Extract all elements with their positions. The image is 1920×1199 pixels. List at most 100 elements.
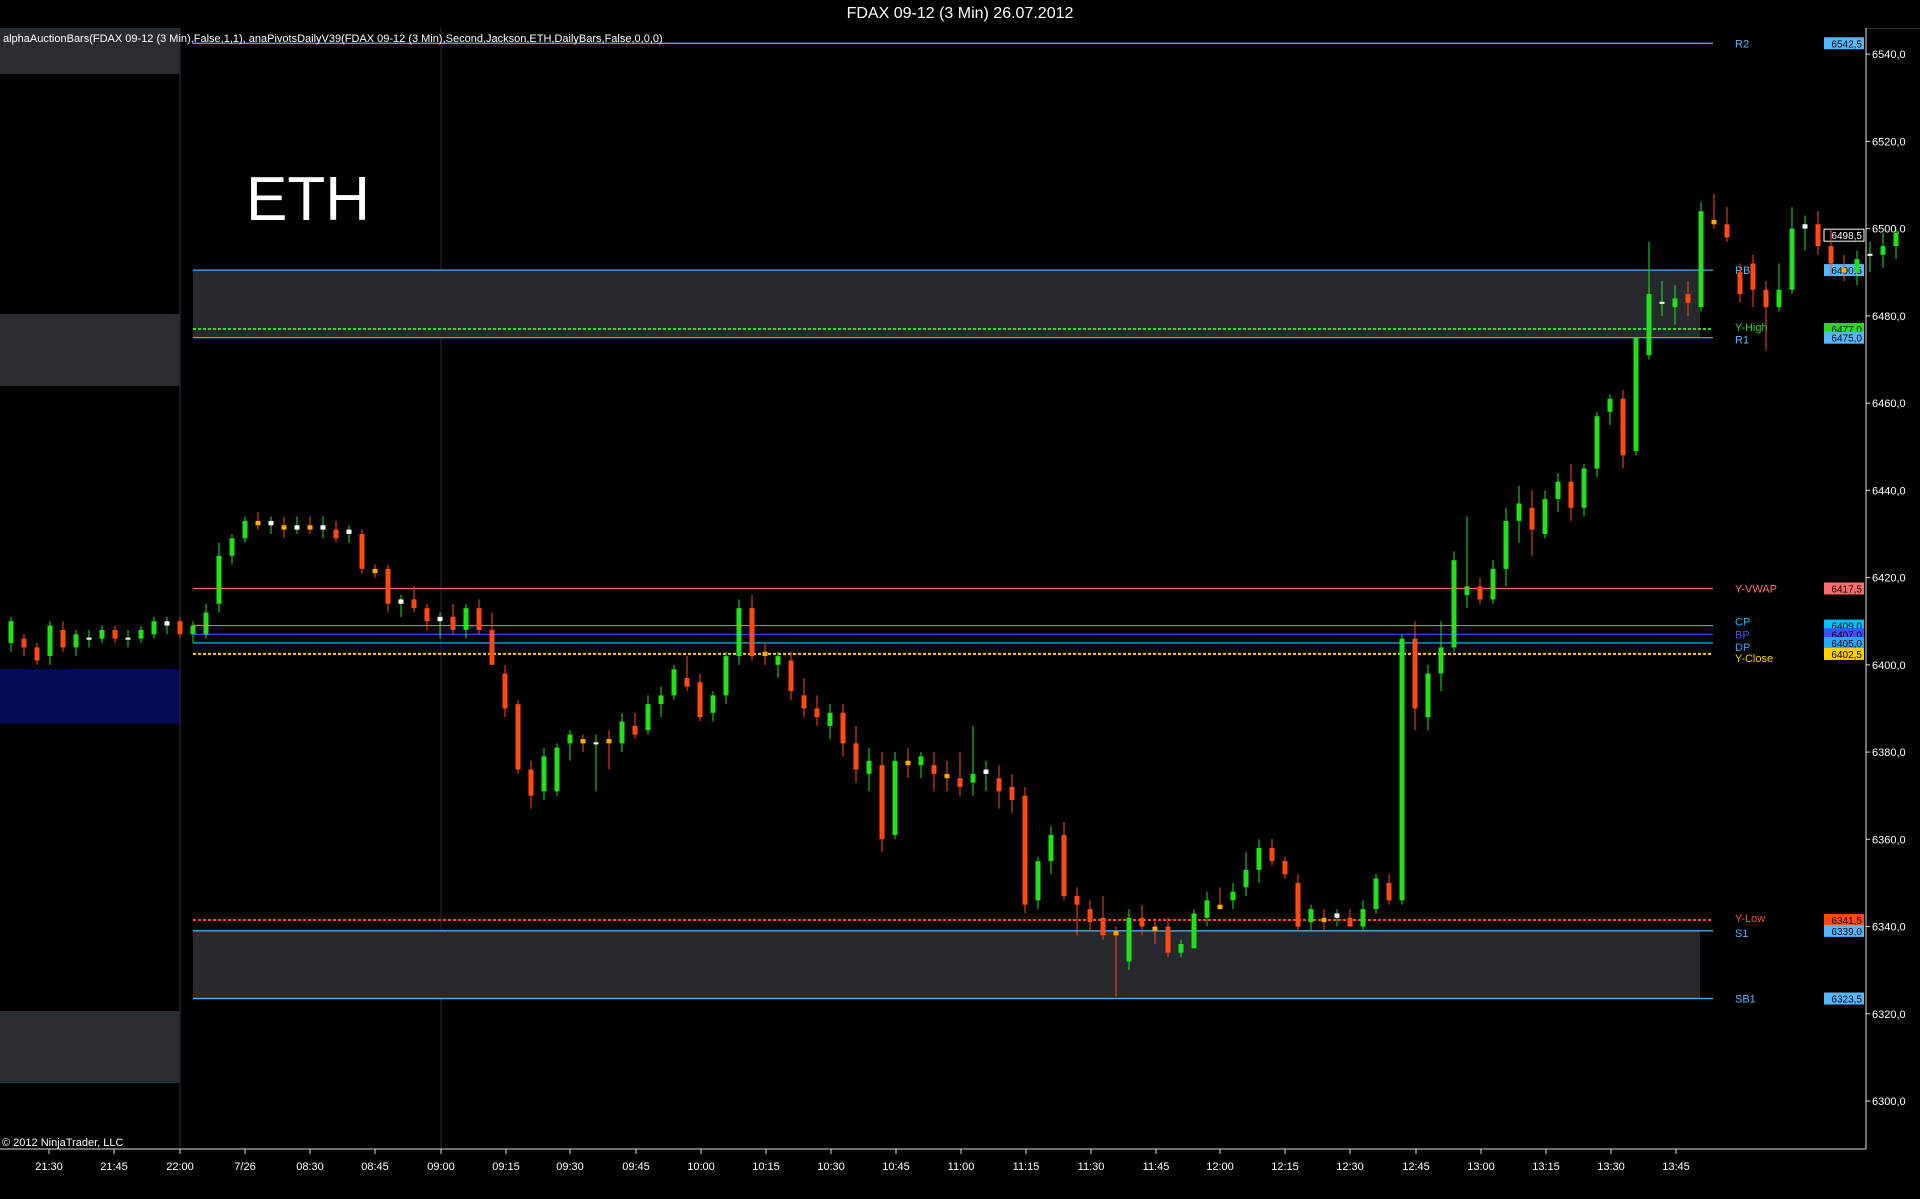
candle-body: [814, 708, 820, 718]
candle-body: [515, 704, 521, 770]
level-label-cp: CP: [1735, 617, 1750, 629]
candle-body: [957, 778, 963, 787]
candle-body: [1451, 560, 1457, 648]
candle-body: [424, 608, 430, 622]
level-label-y-low: Y-Low: [1735, 913, 1765, 925]
candle-body: [34, 647, 40, 661]
candle-body: [86, 637, 92, 640]
candle-body: [203, 612, 209, 635]
candlestick-chart[interactable]: R2 6542,5RB1 6490,5Y-High 6477,0R1 6475,0Y-V…: [0, 28, 1920, 1199]
candle-body: [658, 695, 664, 705]
candle-body: [996, 778, 1002, 792]
candle-body: [983, 769, 989, 774]
candle: [1633, 337, 1639, 456]
x-tick-label: 13:00: [1467, 1161, 1495, 1173]
candle-body: [1048, 834, 1054, 862]
candle-body: [918, 756, 924, 766]
pivot-band: [193, 930, 1700, 999]
candle-body: [1178, 943, 1184, 953]
x-tick-label: 12:15: [1271, 1161, 1299, 1173]
price-tag-text-s1: 6339,0: [1831, 927, 1862, 938]
candle-body: [1672, 298, 1678, 308]
candle-body: [944, 773, 950, 779]
candle-body: [567, 734, 573, 744]
price-tag-text-y-close: 6402,5: [1831, 650, 1862, 661]
level-label-r2: R2: [1735, 38, 1749, 50]
candle-body: [671, 669, 677, 696]
candle-body: [1165, 926, 1171, 953]
candle-body: [1581, 468, 1587, 508]
candle-body: [372, 568, 378, 574]
candle-body: [645, 704, 651, 731]
x-tick-label: 21:45: [100, 1161, 128, 1173]
candle-body: [1568, 481, 1574, 508]
level-label-sb1: SB1: [1735, 994, 1756, 1006]
candle-body: [1425, 673, 1431, 718]
candle-body: [684, 677, 690, 687]
candle-body: [1750, 263, 1756, 290]
candle: [359, 529, 365, 574]
x-tick-label: 11:45: [1143, 1161, 1170, 1173]
candle-body: [723, 656, 729, 696]
level-label-r1: R1: [1735, 335, 1749, 347]
candle-body: [255, 520, 261, 526]
candle-body: [853, 743, 859, 770]
x-tick-label: 10:45: [882, 1161, 910, 1173]
x-tick-label: 10:00: [687, 1161, 715, 1173]
candle-body: [1503, 520, 1509, 569]
candle-body: [1828, 246, 1834, 264]
y-tick-label: 6300,0: [1872, 1096, 1906, 1108]
candle-body: [1555, 481, 1561, 500]
candle-body: [736, 608, 742, 657]
candle: [1880, 233, 1886, 268]
candle: [554, 743, 560, 796]
x-axis: 21:30 21:45 22:00 7/26 08:30 08:45 09:00 09:15 0…: [35, 1149, 1690, 1173]
level-label-y-close: Y-Close: [1735, 653, 1773, 665]
candle: [1451, 551, 1457, 652]
candle-body: [1516, 503, 1522, 521]
candle-body: [1724, 224, 1730, 238]
candle-body: [60, 629, 66, 648]
candle-body: [1711, 219, 1717, 225]
y-tick-label: 6500,0: [1872, 224, 1906, 236]
candle-body: [1646, 294, 1652, 356]
candle-body: [1269, 848, 1275, 862]
candle-body: [1373, 878, 1379, 910]
candle-body: [1776, 289, 1782, 308]
candle-body: [463, 608, 469, 630]
candle-body: [554, 747, 560, 792]
candle-body: [489, 629, 495, 665]
candle-body: [177, 621, 183, 635]
x-tick-label: 12:00: [1206, 1161, 1234, 1173]
candle-body: [528, 769, 534, 796]
candle-body: [879, 765, 885, 840]
candle-body: [1126, 917, 1132, 962]
candle: [1399, 634, 1405, 905]
candle-body: [346, 529, 352, 534]
y-tick-label: 6480,0: [1872, 311, 1906, 323]
x-tick-label: 12:30: [1336, 1161, 1364, 1173]
pivot-band: [193, 270, 1700, 338]
y-axis: 6540,0 6520,0 6500,0 6480,0 6460,0 6440,0 6420…: [1866, 49, 1906, 1108]
candle-body: [1282, 861, 1288, 875]
x-tick-label: 7/26: [234, 1161, 255, 1173]
candle-body: [1399, 638, 1405, 901]
candle-body: [450, 616, 456, 630]
candle-body: [1789, 228, 1795, 290]
candle: [1594, 411, 1600, 478]
candle-body: [1386, 882, 1392, 901]
x-tick-label: 10:15: [752, 1161, 780, 1173]
candle-body: [827, 712, 833, 726]
candle-body: [1009, 786, 1015, 801]
candle-body: [333, 529, 339, 539]
y-tick-label: 6340,0: [1872, 922, 1906, 934]
y-tick-label: 6460,0: [1872, 398, 1906, 410]
x-tick-label: 09:00: [427, 1161, 455, 1173]
candle-body: [632, 725, 638, 735]
x-tick-label: 08:30: [296, 1161, 324, 1173]
x-tick-label: 09:15: [492, 1161, 520, 1173]
candle-body: [1152, 926, 1158, 931]
y-tick-label: 6540,0: [1872, 49, 1906, 61]
y-tick-label: 6400,0: [1872, 660, 1906, 672]
candle: [1191, 909, 1197, 949]
